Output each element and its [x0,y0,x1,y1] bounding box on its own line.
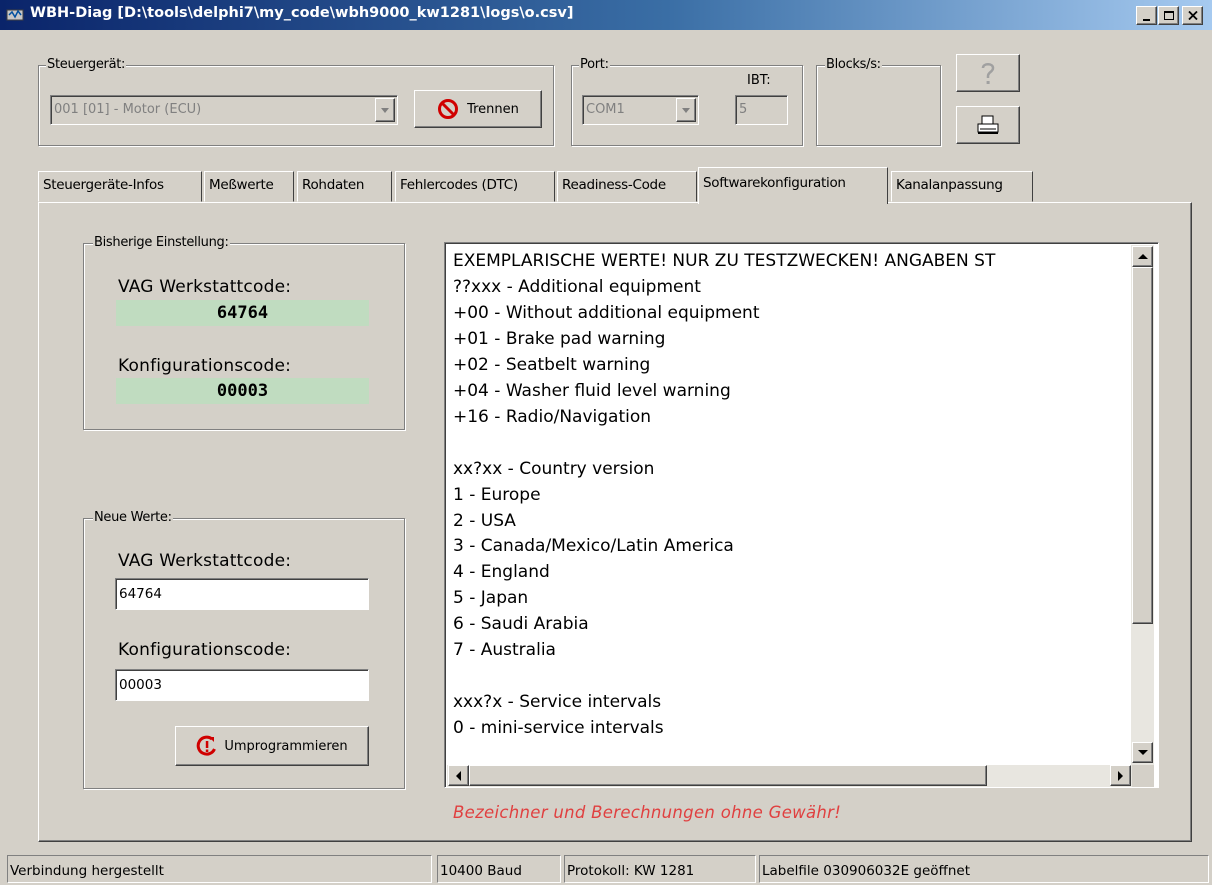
tab-steuergeraete-infos[interactable]: Steuergeräte-Infos [38,171,202,202]
scroll-left-button[interactable] [448,765,469,786]
close-icon [1187,11,1198,20]
steuergeraet-label: Steuergerät: [46,57,127,72]
previous-config-value: 00003 [116,378,369,404]
status-connection: Verbindung hergestellt [7,855,432,883]
tab-messwerte[interactable]: Meßwerte [204,171,294,202]
memo-line: xx?xx - Country version [453,458,655,479]
memo-line: 2 - USA [453,510,516,531]
reprogram-label: Umprogrammieren [224,738,348,754]
memo-line: +16 - Radio/Navigation [453,406,652,427]
new-workshop-input[interactable]: 64764 [115,578,369,610]
status-labelfile: Labelfile 030906032E geöffnet [759,855,1209,883]
new-workshop-value: 64764 [119,586,162,602]
chevron-down-icon [682,107,690,113]
status-protocol: Protokoll: KW 1281 [564,855,756,883]
arrow-left-icon [456,770,461,781]
blocks-label: Blocks/s: [825,57,882,72]
steuergeraet-dropdown-button[interactable] [375,98,395,122]
ibt-input[interactable]: 5 [735,95,788,125]
port-select[interactable]: COM1 [582,95,699,125]
question-mark-icon [981,63,995,84]
memo-line: 7 - Australia [453,640,556,661]
minimize-button[interactable] [1136,6,1157,25]
new-values-label: Neue Werte: [93,510,173,525]
memo-line: 3 - Canada/Mexico/Latin America [453,536,734,557]
config-description-memo[interactable]: EXEMPLARISCHE WERTE! NUR ZU TESTZWECKEN!… [444,242,1159,788]
disclaimer-text: Bezeichner und Berechnungen ohne Gewähr! [453,803,842,822]
previous-settings-label: Bisherige Einstellung: [93,235,230,250]
arrow-up-icon [1137,254,1148,259]
window-title: WBH-Diag [D:\tools\delphi7\my_code\wbh90… [30,5,574,21]
previous-workshop-label: VAG Werkstattcode: [118,277,292,297]
port-select-value: COM1 [586,102,625,117]
maximize-icon [1163,11,1174,20]
title-bar[interactable]: WBH-Diag [D:\tools\delphi7\my_code\wbh90… [0,0,1212,30]
trennen-label: Trennen [467,101,519,117]
arrow-right-icon [1118,770,1123,781]
no-entry-icon [438,99,459,119]
memo-line: 4 - England [453,562,550,583]
minimize-icon [1143,18,1150,21]
memo-line [453,664,1133,690]
blocks-group [816,65,941,146]
horizontal-scroll-thumb[interactable] [469,765,987,786]
memo-line: +04 - Washer fluid level warning [453,380,731,401]
memo-line: +01 - Brake pad warning [453,328,666,349]
print-button[interactable] [956,106,1020,144]
ibt-value: 5 [739,102,748,117]
help-button[interactable] [956,54,1020,92]
arrow-down-icon [1137,750,1148,755]
app-icon[interactable] [6,6,24,24]
ibt-label: IBT: [747,73,771,88]
tab-rohdaten[interactable]: Rohdaten [297,171,392,202]
status-baud: 10400 Baud [437,855,561,883]
new-config-label: Konfigurationscode: [118,640,292,660]
vertical-scroll-thumb[interactable] [1132,267,1153,624]
maximize-button[interactable] [1158,6,1179,25]
memo-line: +02 - Seatbelt warning [453,354,651,375]
port-label: Port: [579,57,610,72]
steuergeraet-select[interactable]: 001 [01] - Motor (ECU) [50,95,398,125]
previous-workshop-value: 64764 [116,300,369,326]
memo-line: ??xxx - Additional equipment [453,276,701,297]
memo-line: 0 - mini-service intervals [453,718,664,739]
previous-config-label: Konfigurationscode: [118,356,292,376]
printer-icon [977,115,999,134]
scrollbar-corner [1132,765,1154,787]
trennen-button[interactable]: Trennen [414,90,542,128]
memo-line: EXEMPLARISCHE WERTE! NUR ZU TESTZWECKEN!… [453,251,996,271]
close-button[interactable] [1182,6,1203,25]
reprogram-button[interactable]: Umprogrammieren [175,726,369,766]
reprogram-icon [197,735,217,756]
memo-line [453,431,1133,457]
port-dropdown-button[interactable] [676,98,696,122]
tab-softwarekonfiguration[interactable]: Softwarekonfiguration [698,167,888,204]
scroll-right-button[interactable] [1110,765,1131,786]
memo-text: EXEMPLARISCHE WERTE! NUR ZU TESTZWECKEN!… [453,249,1133,742]
memo-line: xxx?x - Service intervals [453,692,662,713]
tab-fehlercodes[interactable]: Fehlercodes (DTC) [395,171,555,202]
memo-line: +00 - Without additional equipment [453,302,760,323]
tab-readiness-code[interactable]: Readiness-Code [557,171,697,202]
new-config-value: 00003 [119,677,162,693]
new-config-input[interactable]: 00003 [115,669,369,701]
tab-kanalanpassung[interactable]: Kanalanpassung [891,171,1033,202]
chevron-down-icon [381,107,389,113]
memo-line: 1 - Europe [453,484,541,505]
memo-line: 5 - Japan [453,588,529,609]
memo-line: 6 - Saudi Arabia [453,614,589,635]
scroll-down-button[interactable] [1132,742,1153,763]
scroll-up-button[interactable] [1132,246,1153,267]
steuergeraet-select-value: 001 [01] - Motor (ECU) [54,102,202,117]
new-workshop-label: VAG Werkstattcode: [118,551,292,571]
